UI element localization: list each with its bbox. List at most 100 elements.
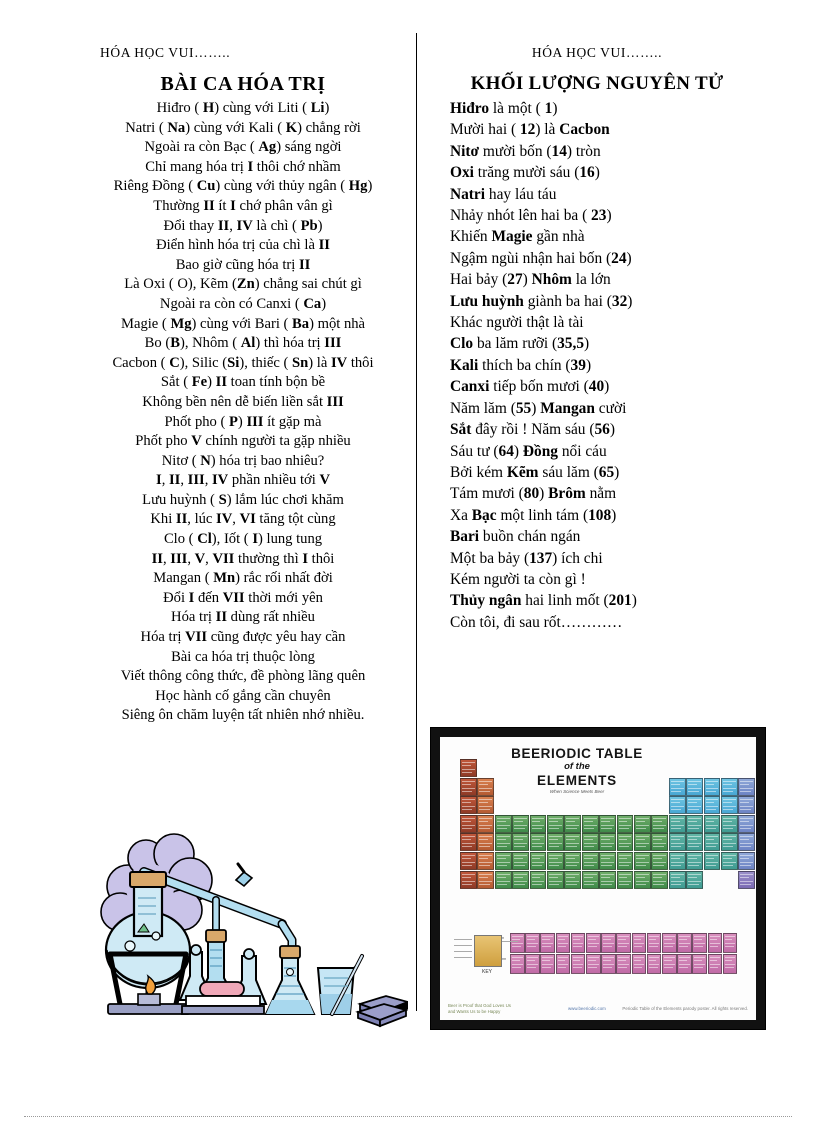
element-cell [616,852,634,870]
element-cell [616,870,634,889]
inner-transition-cell [540,933,555,954]
left-poem-title: BÀI CA HÓA TRỊ [160,73,326,95]
poem-line: Khác người thật là tài [450,314,584,332]
element-cell [581,833,599,852]
poem-line: Phốt pho ( P) III ít gặp mà [164,413,322,430]
poem-line: Hai bảy (27) Nhôm la lớn [450,271,611,289]
inner-transition-cell [707,954,723,975]
element-cell [460,833,477,852]
element-cell [634,833,651,852]
poem-line: Lưu huỳnh giành ba hai (32) [450,292,633,310]
right-poem-lines: Hiđro là một ( 1) Mười hai ( 12) là Cacbo… [432,98,762,633]
periodic-table-figure: BEERIODIC TABLE of the ELEMENTS When Sci… [430,727,766,1030]
element-cell [738,796,756,815]
poem-line: Còn tôi, đi sau rốt………… [450,613,623,631]
element-cell [721,852,738,870]
element-cell [686,852,703,870]
poem-line: Sắt ( Fe) II toan tính bộn bề [160,374,326,391]
element-cell [512,814,529,833]
element-cell [529,833,547,852]
right-poem-title: KHỐI LƯỢNG NGUYÊN TỬ [470,73,724,94]
element-cell [547,870,564,889]
poem-line: Clo ( Cl), Iốt ( I) lung tung [163,531,323,548]
right-kicker: HÓA HỌC VUI…….. [531,45,663,60]
poem-line: Đổi thay II, IV là chì ( Pb) [163,217,323,234]
element-cell [686,796,703,815]
poem-line: Siêng ôn chăm luyện tất nhiên nhớ nhiều. [121,707,365,724]
element-cell [686,870,703,889]
element-cell [599,814,616,833]
poem-line: Hiđro ( H) cùng với Liti ( Li) [156,100,330,116]
inner-transition-cell [677,954,692,975]
poem-line: Xa Bạc một linh tám (108) [450,506,617,524]
element-cell [529,870,547,889]
bottom-dotted-rule [24,1116,792,1117]
poem-line: Khiến Magie gần nhà [450,228,585,246]
element-cell [668,870,686,889]
element-cell [668,796,686,815]
poem-line: Đổi I đến VII thời mới yên [163,589,323,606]
left-column: HÓA HỌC VUI…….. BÀI CA HÓA TRỊ Hiđro ( H… [78,45,408,726]
element-cell [564,833,582,852]
document-page: HÓA HỌC VUI…….. BÀI CA HÓA TRỊ Hiđro ( H… [0,0,816,1123]
element-cell [512,870,529,889]
inner-transition-cell [555,933,571,954]
element-cell [529,814,547,833]
key-label: KEY [481,969,492,975]
poem-line: Bài ca hóa trị thuộc lòng [171,648,315,665]
poem-line: Magie ( Mg) cùng với Bari ( Ba) một nhà [120,315,366,332]
inner-transition-cell [631,954,647,975]
pt-title-line1: BEERIODIC TABLE [511,746,643,761]
element-cell [668,833,686,852]
poem-line: Là Oxi ( O), Kẽm (Zn) chẳng sai chút gì [124,276,362,293]
inner-transition-cell [616,954,631,975]
poem-line: Natri hay láu táu [450,185,557,203]
beaker-with-stirring-rod [316,954,364,1016]
poem-line: Học hành cố gắng cần chuyên [155,687,331,704]
element-cell [703,852,721,870]
element-cell [634,870,651,889]
poem-line: Mangan ( Mn) rắc rối nhất đời [153,570,333,587]
inner-transition-cell [722,933,738,954]
pt-title-tagline: When Science Meets Beer [549,789,605,794]
element-cell [616,833,634,852]
inner-transition-cell [646,933,662,954]
poem-line: Tám mươi (80) Brôm nằm [450,485,617,503]
element-cell [651,814,669,833]
poem-line: Điển hình hóa trị của chì là II [156,237,330,254]
poem-line: Lưu huỳnh ( S) lắm lúc chơi khăm [142,491,344,508]
poem-line: Ngoài ra còn Bạc ( Ag) sáng ngời [144,139,342,156]
element-cell [651,870,669,889]
element-cell [599,852,616,870]
element-cell [512,833,529,852]
poem-line: Ngậm ngùi nhận hai bốn (24) [450,249,632,267]
element-cell [634,814,651,833]
poem-line: Bởi kém Kẽm sáu lăm (65) [450,463,620,481]
poem-line: Nitơ ( N) hóa trị bao nhiêu? [161,452,325,469]
element-cell [547,814,564,833]
inner-transition-cell [662,954,677,975]
element-cell [651,833,669,852]
element-cell [703,796,721,815]
poem-line: I, II, III, IV phần nhiều tới V [156,472,330,489]
pt-footer-right: Periodic Table of the Elements parody po… [622,1006,748,1011]
element-cell [581,870,599,889]
poem-line: Thường II ít I chớ phân vân gì [153,197,333,214]
element-cell [477,852,495,870]
element-cell [668,814,686,833]
poem-line: Bari buồn chán ngán [450,528,581,546]
element-cell [581,814,599,833]
column-divider [416,33,417,1011]
pt-title-line2: of the [564,761,590,772]
inner-transition-cell [586,933,601,954]
pt-footer-center: www.beeriodic.com [568,1006,606,1011]
inner-transition-cell [570,954,586,975]
element-cell [599,833,616,852]
element-cell [460,852,477,870]
inner-transition-cell [631,933,647,954]
inner-transition-cell [692,933,707,954]
element-cell [668,777,686,796]
element-cell [634,852,651,870]
inner-transition-cell [707,933,723,954]
element-cell [616,814,634,833]
